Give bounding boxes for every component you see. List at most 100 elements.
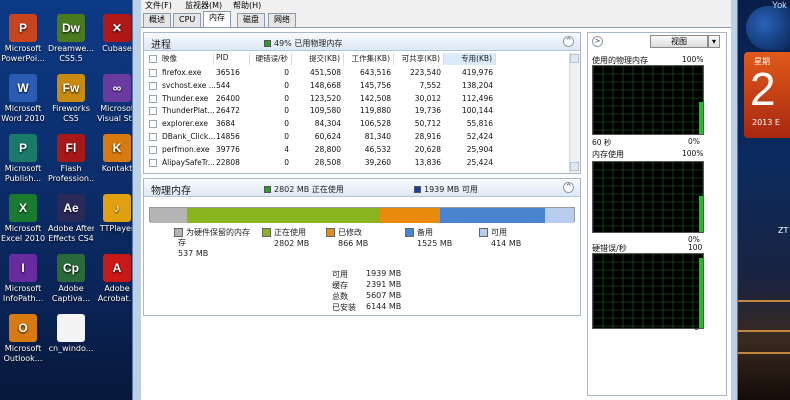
graph1-physical-memory bbox=[592, 65, 704, 135]
graph-pane: > 视图 ▾ 使用的物理内存 100% 60 秒 0% 内存使用 100% 0%… bbox=[587, 32, 727, 396]
menu-monitor[interactable]: 监视器(M) bbox=[185, 0, 222, 11]
table-row[interactable]: AlipaySafeTr... 22808 0 28,508 39,260 13,836 2… bbox=[144, 157, 576, 169]
stat-label: 总数 bbox=[332, 292, 348, 301]
outlook-icon: O bbox=[9, 314, 37, 342]
row-checkbox[interactable] bbox=[149, 133, 157, 141]
desktop-gadgets: Yok 星期 2 2013 E ZT bbox=[738, 0, 790, 400]
cell-private: 25,904 bbox=[466, 144, 493, 154]
cn-windows-icon bbox=[57, 314, 85, 342]
stat-value: 5607 MB bbox=[366, 291, 402, 300]
clock-gadget[interactable] bbox=[746, 6, 790, 50]
graph3-max: 100 bbox=[688, 243, 703, 252]
desktop-icon-cn-windows[interactable]: cn_windo... bbox=[48, 314, 94, 354]
row-checkbox[interactable] bbox=[149, 94, 157, 103]
available-legend-text: 1939 MB 可用 bbox=[424, 185, 478, 194]
column-header-private[interactable]: 专用(KB) bbox=[444, 53, 496, 65]
cell-commit: 148,668 bbox=[309, 80, 341, 90]
desktop-icon-dreamweaver[interactable]: Dw Dreamwe... CS5.5 bbox=[48, 14, 94, 64]
desktop-icon-powerpoint[interactable]: P Microsoft PowerPoi... bbox=[0, 14, 46, 64]
cell-image: perfmon.exe bbox=[162, 144, 210, 154]
cubase-icon: ✕ bbox=[103, 14, 131, 42]
memory-bar-in-use bbox=[187, 208, 380, 223]
after-effects-icon: Ae bbox=[57, 194, 85, 222]
select-all-checkbox[interactable] bbox=[149, 55, 157, 63]
row-checkbox[interactable] bbox=[149, 69, 157, 77]
desktop-icon-infopath[interactable]: I Microsoft InfoPath... bbox=[0, 254, 46, 304]
legend-label: 为硬件保留的内存 bbox=[186, 228, 250, 237]
collapse-icon[interactable]: ^ bbox=[563, 182, 574, 193]
tab-overview[interactable]: 概述 bbox=[143, 13, 171, 27]
desktop-icon-label: Adobe bbox=[58, 284, 84, 293]
table-row[interactable]: ThunderPlat... 26472 0 109,580 119,880 19,736… bbox=[144, 105, 576, 117]
desktop-icon-after-effects[interactable]: Ae Adobe After Effects CS4 bbox=[48, 194, 94, 244]
table-row[interactable]: DBank_Click... 14856 0 60,624 81,340 28,916 52… bbox=[144, 131, 576, 143]
graph2-title: 内存使用 bbox=[592, 150, 624, 159]
ttplayer-icon: ♪ bbox=[103, 194, 131, 222]
clock-gadget-text: Yok bbox=[772, 0, 787, 10]
desktop-icon-publisher[interactable]: P Microsoft Publish... bbox=[0, 134, 46, 184]
desktop-icon-outlook[interactable]: O Microsoft Outlook... bbox=[0, 314, 46, 364]
in-use-legend-text: 2802 MB 正在使用 bbox=[274, 185, 344, 194]
table-row[interactable]: Thunder.exe 26400 0 123,520 142,508 30,012 112… bbox=[144, 93, 576, 105]
main-area: 进程 49% 已用物理内存 ^ 映像 PID 硬错误/秒 提交(KB) 工作集(KB) 可… bbox=[141, 28, 731, 400]
process-pane-header[interactable]: 进程 49% 已用物理内存 ^ bbox=[144, 33, 580, 51]
table-row[interactable]: perfmon.exe 39776 4 28,800 46,532 20,628 25,90… bbox=[144, 144, 576, 156]
cell-pid: 26400 bbox=[216, 93, 240, 103]
cell-hard-faults: 0 bbox=[284, 157, 289, 167]
table-row[interactable]: svchost.exe ... 544 0 148,668 145,756 7,552 13… bbox=[144, 80, 576, 92]
row-checkbox[interactable] bbox=[149, 145, 157, 154]
tab-cpu[interactable]: CPU bbox=[173, 13, 202, 27]
process-scrollbar[interactable] bbox=[569, 53, 580, 173]
cell-hard-faults: 0 bbox=[284, 106, 289, 116]
tab-disk[interactable]: 磁盘 bbox=[237, 13, 265, 27]
wallpaper-text: ZT bbox=[778, 226, 789, 235]
desktop-icon-fireworks[interactable]: Fw Fireworks CS5 bbox=[48, 74, 94, 124]
collapse-icon[interactable]: ^ bbox=[563, 36, 574, 47]
captivate-icon: Cp bbox=[57, 254, 85, 282]
table-row[interactable]: explorer.exe 3684 0 84,304 106,528 50,712 55,8… bbox=[144, 118, 576, 130]
scroll-up-button[interactable] bbox=[570, 54, 579, 63]
row-checkbox[interactable] bbox=[149, 158, 157, 167]
desktop-icon-label: CS5.5 bbox=[59, 54, 83, 63]
tab-network[interactable]: 网络 bbox=[268, 13, 296, 27]
menu-help[interactable]: 帮助(H) bbox=[233, 0, 261, 11]
view-dropdown-icon[interactable]: ▾ bbox=[708, 35, 720, 48]
stat-value: 2391 MB bbox=[366, 280, 402, 289]
desktop-icon-word[interactable]: W Microsoft Word 2010 bbox=[0, 74, 46, 124]
kontakt-icon: K bbox=[103, 134, 131, 162]
process-pane-title: 进程 bbox=[151, 40, 171, 51]
desktop-icon-label: Fireworks bbox=[52, 104, 90, 113]
row-checkbox[interactable] bbox=[149, 107, 157, 116]
column-header-hard-faults[interactable]: 硬错误/秒 bbox=[250, 53, 292, 65]
memory-bar bbox=[149, 207, 575, 223]
column-header-image[interactable]: 映像 bbox=[160, 53, 214, 65]
view-button[interactable]: 视图 bbox=[650, 35, 708, 48]
legend-swatch bbox=[174, 228, 183, 237]
column-header-shareable[interactable]: 可共享(KB) bbox=[394, 53, 444, 65]
desktop-icon-label: Adobe After bbox=[48, 224, 94, 233]
menu-file[interactable]: 文件(F) bbox=[145, 0, 172, 11]
wallpaper-light bbox=[738, 300, 790, 302]
tab-memory[interactable]: 内存 bbox=[203, 11, 231, 27]
desktop-icon-flash[interactable]: Fl Flash Profession... bbox=[48, 134, 94, 184]
cell-hard-faults: 4 bbox=[284, 144, 289, 154]
desktop-icon-excel[interactable]: X Microsoft Excel 2010 bbox=[0, 194, 46, 244]
cell-shareable: 19,736 bbox=[414, 106, 441, 116]
column-header-working-set[interactable]: 工作集(KB) bbox=[344, 53, 394, 65]
cell-working-set: 46,532 bbox=[364, 144, 391, 154]
column-header-commit[interactable]: 提交(KB) bbox=[292, 53, 344, 65]
table-row[interactable]: firefox.exe 36516 0 451,508 643,516 223,540 41… bbox=[144, 67, 576, 79]
row-checkbox[interactable] bbox=[149, 120, 157, 129]
physical-memory-header[interactable]: 物理内存 2802 MB 正在使用 1939 MB 可用 ^ bbox=[144, 179, 580, 197]
graph2-memory-usage bbox=[592, 161, 704, 233]
cell-shareable: 7,552 bbox=[419, 80, 441, 90]
row-checkbox[interactable] bbox=[149, 81, 157, 90]
scroll-down-button[interactable] bbox=[570, 162, 579, 171]
column-header-pid[interactable]: PID bbox=[214, 53, 250, 65]
cell-commit: 28,508 bbox=[314, 157, 341, 167]
cell-working-set: 106,528 bbox=[359, 119, 391, 129]
expand-icon[interactable]: > bbox=[592, 36, 603, 47]
cell-working-set: 142,508 bbox=[359, 93, 391, 103]
cell-image: AlipaySafeTr... bbox=[162, 157, 215, 167]
desktop-icon-captivate[interactable]: Cp Adobe Captiva... bbox=[48, 254, 94, 304]
